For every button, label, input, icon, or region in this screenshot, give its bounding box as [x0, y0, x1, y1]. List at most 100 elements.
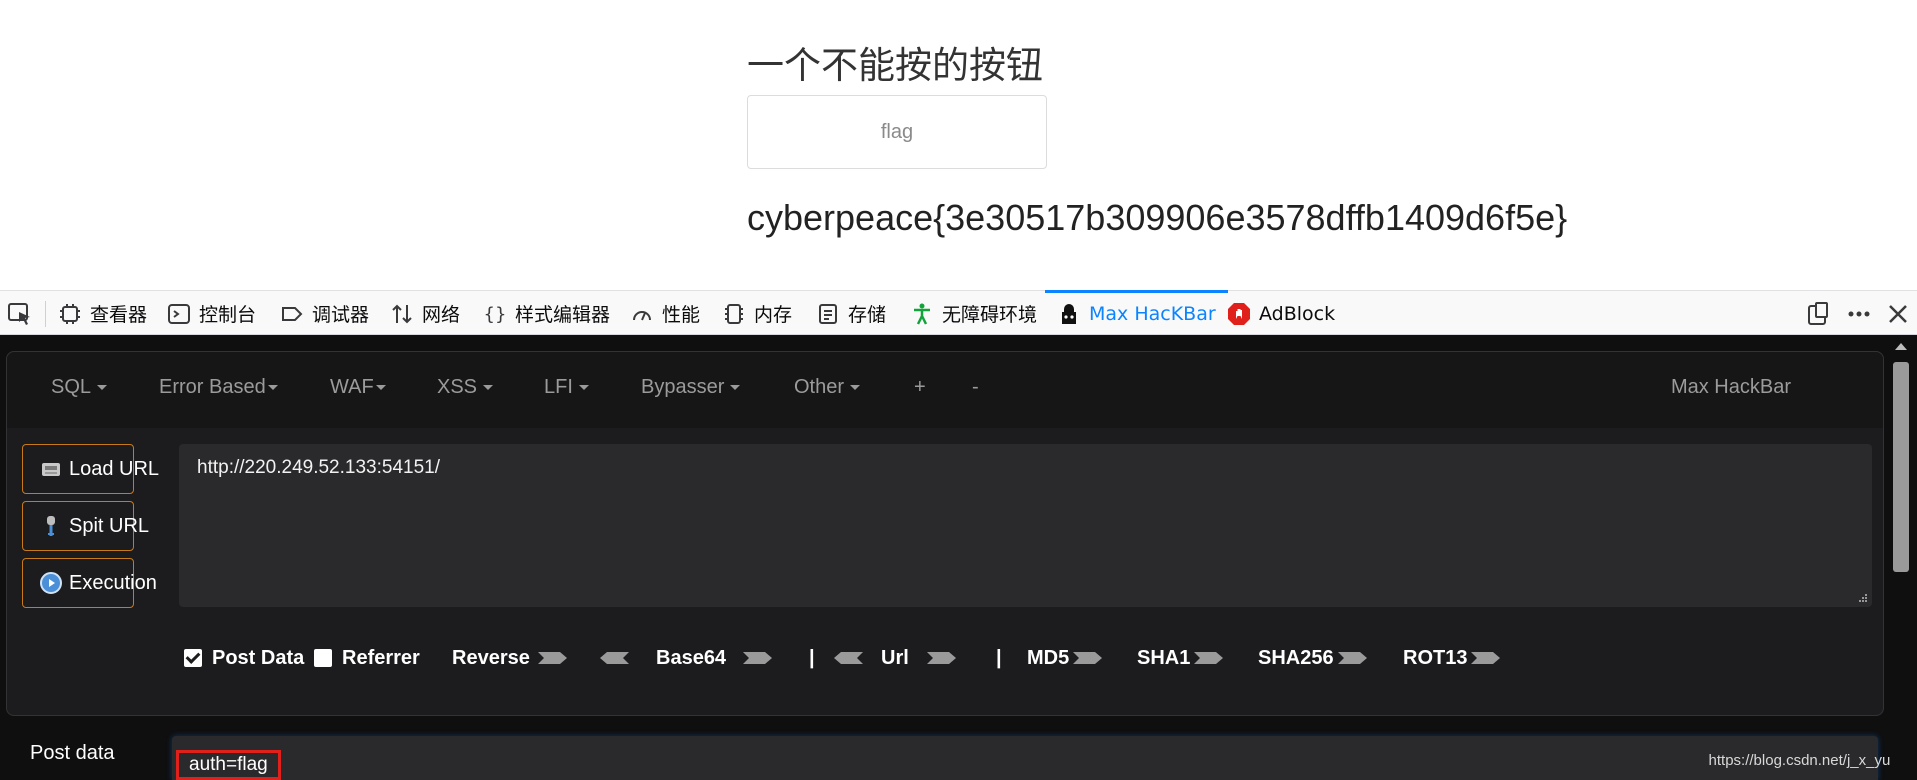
base64-option[interactable]: Base64: [599, 642, 773, 674]
storage-icon: [819, 303, 837, 324]
resize-grip-icon[interactable]: [1858, 593, 1868, 603]
menu-sql[interactable]: SQL: [51, 376, 108, 399]
hackbar-panel: SQL Error Based WAF XSS LFI Bypasser Oth…: [6, 351, 1884, 716]
menu-remove[interactable]: -: [972, 376, 979, 399]
tab-debugger[interactable]: 调试器: [280, 291, 369, 336]
network-icon: [392, 304, 412, 323]
tab-label: 无障碍环境: [942, 304, 1038, 326]
hackbar-icon: [1062, 304, 1076, 324]
scroll-up-icon[interactable]: [1895, 343, 1907, 350]
option-label: Reverse: [452, 646, 530, 669]
option-label: Post Data: [212, 646, 305, 669]
option-label: Referrer: [342, 646, 420, 669]
menu-error-based[interactable]: Error Based: [159, 376, 278, 399]
url-textarea[interactable]: http://220.249.52.133:54151/: [179, 444, 1872, 607]
toolbar-divider: [45, 301, 46, 327]
options-row: Post Data Referrer Reverse Base64 | Url: [179, 642, 1679, 674]
dock-side-icon[interactable]: [1804, 300, 1832, 328]
tab-network[interactable]: 网络: [390, 291, 460, 336]
menu-lfi[interactable]: LFI: [544, 376, 589, 399]
scrollbar-thumb[interactable]: [1893, 362, 1909, 572]
tab-label: 性能: [662, 304, 701, 326]
tab-performance[interactable]: 性能: [630, 291, 700, 336]
load-url-button[interactable]: Load URL: [22, 444, 159, 494]
arrow-right-icon[interactable]: [1192, 649, 1224, 667]
button-label: Execution: [69, 571, 157, 594]
menu-bypasser[interactable]: Bypasser: [641, 376, 741, 399]
chevron-down-icon: [850, 385, 861, 391]
referrer-option[interactable]: Referrer: [314, 642, 420, 674]
split-url-button[interactable]: Spit URL: [22, 501, 149, 551]
memory-icon: [725, 303, 743, 324]
button-label: Spit URL: [69, 514, 150, 537]
menu-waf[interactable]: WAF: [330, 376, 386, 399]
menu-xss[interactable]: XSS: [437, 376, 494, 399]
option-label: Base64: [656, 646, 727, 669]
split-url-icon: [47, 516, 55, 536]
option-label: ROT13: [1403, 646, 1468, 669]
arrow-right-icon[interactable]: [536, 649, 568, 667]
performance-icon: [633, 310, 651, 320]
url-option[interactable]: Url: [833, 642, 957, 674]
menu-add[interactable]: +: [914, 376, 926, 399]
arrow-right-icon[interactable]: [1469, 649, 1501, 667]
style-editor-icon: {}: [484, 304, 507, 325]
tab-style-editor[interactable]: {} 样式编辑器: [483, 291, 610, 336]
more-options-icon[interactable]: [1845, 300, 1873, 328]
tab-label: 内存: [754, 304, 793, 326]
watermark: https://blog.csdn.net/j_x_yuan: [1708, 752, 1907, 769]
page-title: 一个不能按的按钮: [747, 44, 1043, 87]
tab-label: 查看器: [90, 304, 148, 326]
post-data-textarea[interactable]: auth=flag: [172, 736, 1878, 780]
browser-window: 一个不能按的按钮 flag cyberpeace{3e30517b309906e…: [0, 0, 1917, 780]
tab-label: 存储: [848, 304, 887, 326]
md5-option[interactable]: MD5: [1027, 642, 1103, 674]
separator: |: [809, 646, 815, 669]
console-icon: [168, 303, 190, 324]
separator: |: [996, 646, 1002, 669]
hackbar-brand: Max HackBar: [1670, 376, 1791, 398]
execution-button[interactable]: Execution: [22, 558, 157, 608]
post-data-value: auth=flag: [176, 750, 281, 780]
close-icon[interactable]: [1884, 300, 1912, 328]
sha256-option[interactable]: SHA256: [1258, 642, 1368, 674]
vertical-scrollbar[interactable]: [1890, 340, 1912, 780]
tab-max-hackbar[interactable]: Max HacKBar: [1045, 290, 1228, 335]
tab-accessibility[interactable]: 无障碍环境: [910, 291, 1037, 336]
arrow-right-icon[interactable]: [741, 649, 773, 667]
inspector-icon: [60, 303, 80, 324]
post-data-label: Post data: [30, 742, 115, 764]
tab-storage[interactable]: 存储: [816, 291, 886, 336]
flag-text: cyberpeace{3e30517b309906e3578dffb1409d6…: [747, 197, 1568, 238]
tab-adblock[interactable]: AdBlock: [1227, 291, 1335, 336]
sha1-option[interactable]: SHA1: [1137, 642, 1224, 674]
chevron-down-icon: [730, 385, 741, 391]
element-picker-icon[interactable]: [6, 300, 34, 328]
arrow-left-icon[interactable]: [833, 649, 865, 667]
chevron-down-icon: [375, 385, 386, 391]
url-value: http://220.249.52.133:54151/: [197, 457, 440, 478]
referrer-checkbox[interactable]: [314, 649, 332, 667]
option-label: SHA1: [1137, 646, 1191, 669]
web-page: 一个不能按的按钮 flag cyberpeace{3e30517b309906e…: [0, 0, 1917, 290]
post-data-option[interactable]: Post Data: [184, 642, 304, 674]
arrow-right-icon[interactable]: [1336, 649, 1368, 667]
tab-inspector[interactable]: 查看器: [58, 291, 147, 336]
option-label: Url: [881, 646, 909, 669]
svg-text:{}: {}: [484, 304, 507, 325]
rot13-option[interactable]: ROT13: [1403, 642, 1501, 674]
arrow-right-icon[interactable]: [1071, 649, 1103, 667]
tab-label: AdBlock: [1259, 302, 1336, 325]
tab-console[interactable]: 控制台: [167, 291, 256, 336]
arrow-left-icon[interactable]: [599, 649, 631, 667]
tab-memory[interactable]: 内存: [722, 291, 792, 336]
post-data-checkbox[interactable]: [184, 649, 202, 667]
chevron-down-icon: [97, 385, 108, 391]
flag-button[interactable]: flag: [747, 95, 1047, 169]
accessibility-icon: [914, 303, 930, 325]
reverse-option[interactable]: Reverse: [452, 642, 568, 674]
button-label: Load URL: [69, 457, 160, 480]
debugger-icon: [282, 306, 303, 321]
arrow-right-icon[interactable]: [925, 649, 957, 667]
menu-other[interactable]: Other: [794, 376, 861, 399]
